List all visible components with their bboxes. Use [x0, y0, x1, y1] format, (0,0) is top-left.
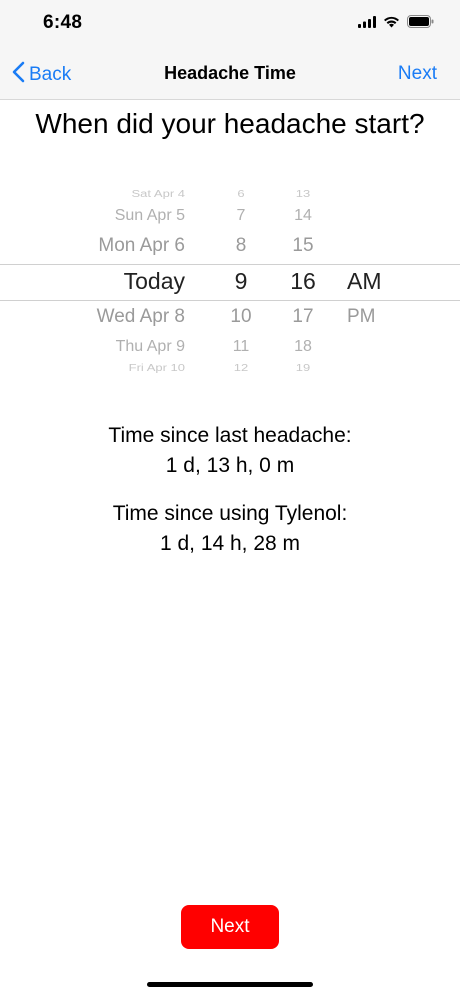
hour-option[interactable]: 10: [215, 306, 267, 328]
ampm-wheel[interactable]: AM PM: [347, 180, 407, 385]
hour-option[interactable]: 6: [215, 188, 267, 199]
page-title: Headache Time: [164, 63, 296, 83]
date-option[interactable]: Mon Apr 6: [40, 235, 185, 257]
last-headache-label: Time since last headache:: [108, 424, 352, 447]
ampm-option[interactable]: PM: [347, 306, 407, 328]
tylenol-label: Time since using Tylenol:: [112, 502, 348, 525]
minute-option[interactable]: 17: [277, 306, 329, 328]
date-wheel[interactable]: Sat Apr 4 Sun Apr 5 Mon Apr 6 Today Wed …: [40, 180, 185, 385]
ampm-option-selected[interactable]: AM: [347, 268, 407, 295]
tylenol-info: Time since using Tylenol: 1 d, 14 h, 28 …: [0, 499, 460, 559]
hour-option[interactable]: 11: [215, 338, 267, 356]
question-heading: When did your headache start?: [35, 108, 425, 139]
status-bar: 6:48: [0, 0, 460, 48]
date-option[interactable]: Wed Apr 8: [40, 306, 185, 328]
status-icons: [358, 15, 434, 28]
minute-option-selected[interactable]: 16: [277, 268, 329, 295]
battery-icon: [407, 15, 434, 28]
date-time-picker[interactable]: Sat Apr 4 Sun Apr 5 Mon Apr 6 Today Wed …: [0, 180, 460, 385]
minute-option[interactable]: 18: [277, 338, 329, 356]
headache-time-screen: 6:48 Back Headache Time Next When did yo…: [0, 0, 460, 996]
date-option[interactable]: Sun Apr 5: [40, 207, 185, 225]
date-option-selected[interactable]: Today: [40, 268, 185, 295]
hour-option[interactable]: 7: [215, 207, 267, 225]
navigation-bar: Back Headache Time Next: [0, 48, 460, 100]
hour-option-selected[interactable]: 9: [215, 268, 267, 295]
last-headache-value: 1 d, 13 h, 0 m: [165, 454, 295, 477]
minute-option[interactable]: 19: [277, 362, 329, 373]
date-option[interactable]: Sat Apr 4: [40, 188, 185, 199]
minute-option[interactable]: 13: [277, 188, 329, 199]
status-time: 6:48: [43, 12, 83, 33]
last-headache-info: Time since last headache: 1 d, 13 h, 0 m: [0, 421, 460, 481]
signal-icon: [358, 15, 376, 28]
date-option[interactable]: Thu Apr 9: [40, 338, 185, 356]
next-button[interactable]: Next: [181, 905, 279, 949]
minute-wheel[interactable]: 13 14 15 16 17 18 19: [277, 180, 329, 385]
minute-option[interactable]: 15: [277, 235, 329, 257]
hour-option[interactable]: 8: [215, 235, 267, 257]
tylenol-value: 1 d, 14 h, 28 m: [159, 532, 301, 555]
hour-wheel[interactable]: 6 7 8 9 10 11 12: [215, 180, 267, 385]
date-option[interactable]: Fri Apr 10: [40, 362, 185, 373]
home-indicator: [147, 982, 313, 987]
wifi-icon: [383, 16, 400, 28]
minute-option[interactable]: 14: [277, 207, 329, 225]
hour-option[interactable]: 12: [215, 362, 267, 373]
nav-next-button[interactable]: Next: [398, 63, 437, 85]
